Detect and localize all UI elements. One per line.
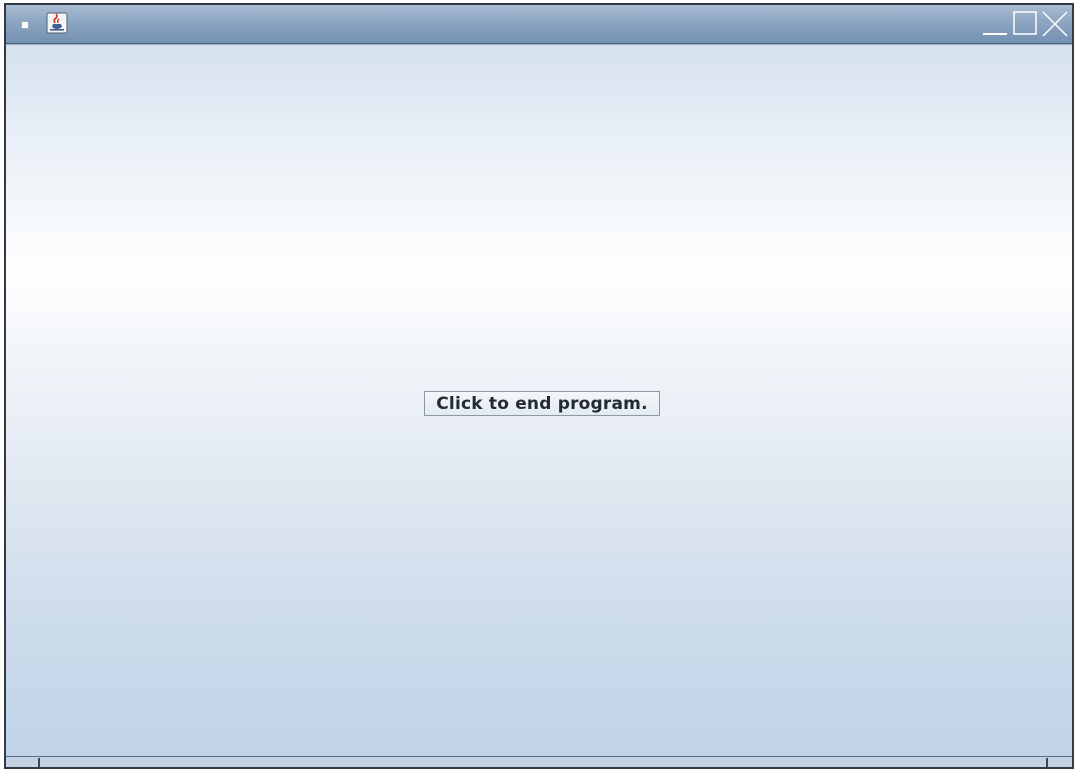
end-program-button[interactable]: Click to end program. (424, 391, 660, 416)
content-pane: Click to end program. (6, 44, 1072, 757)
window-menu-icon[interactable] (21, 21, 29, 29)
minimize-icon[interactable] (980, 10, 1010, 38)
window-bottom-edge[interactable] (6, 756, 1072, 767)
resize-grip-left[interactable] (38, 758, 40, 767)
close-icon[interactable] (1040, 10, 1070, 38)
resize-grip-right[interactable] (1046, 758, 1048, 767)
title-bar[interactable] (6, 5, 1072, 44)
java-cup-icon[interactable] (46, 12, 68, 34)
maximize-icon[interactable] (1012, 10, 1040, 38)
app-window: Click to end program. (4, 3, 1074, 769)
